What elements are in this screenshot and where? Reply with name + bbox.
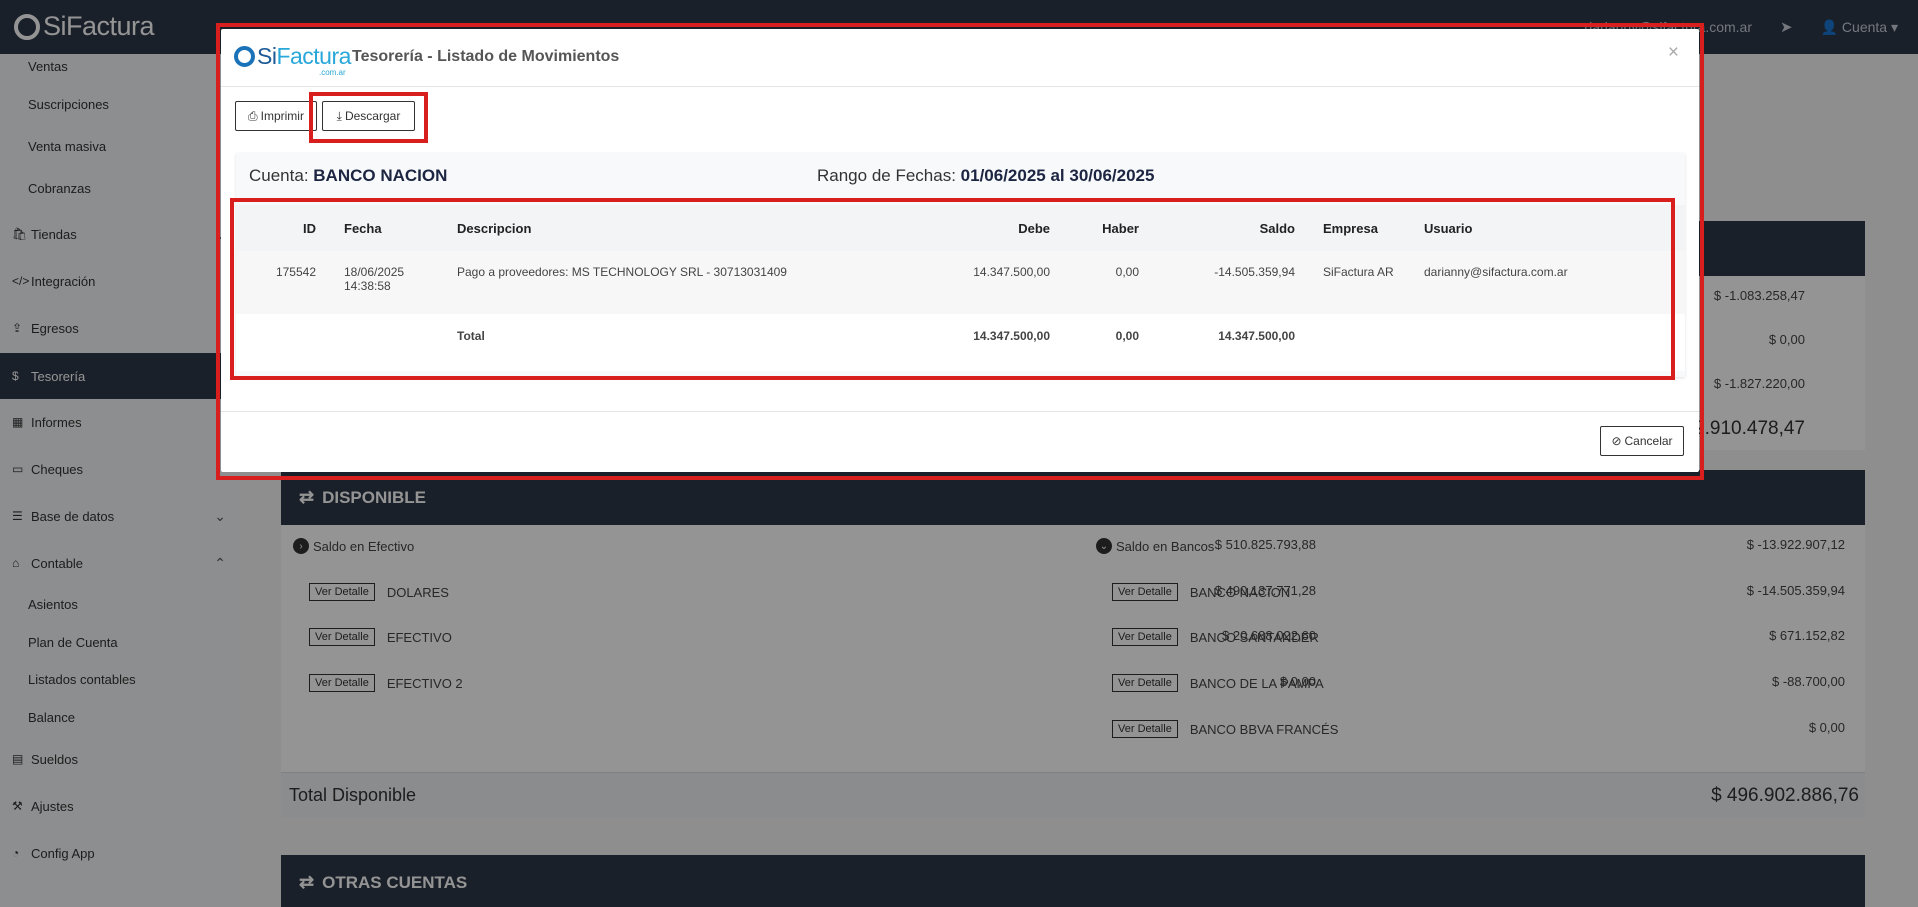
highlight-download-box — [309, 92, 428, 143]
highlight-table-box — [230, 198, 1675, 380]
